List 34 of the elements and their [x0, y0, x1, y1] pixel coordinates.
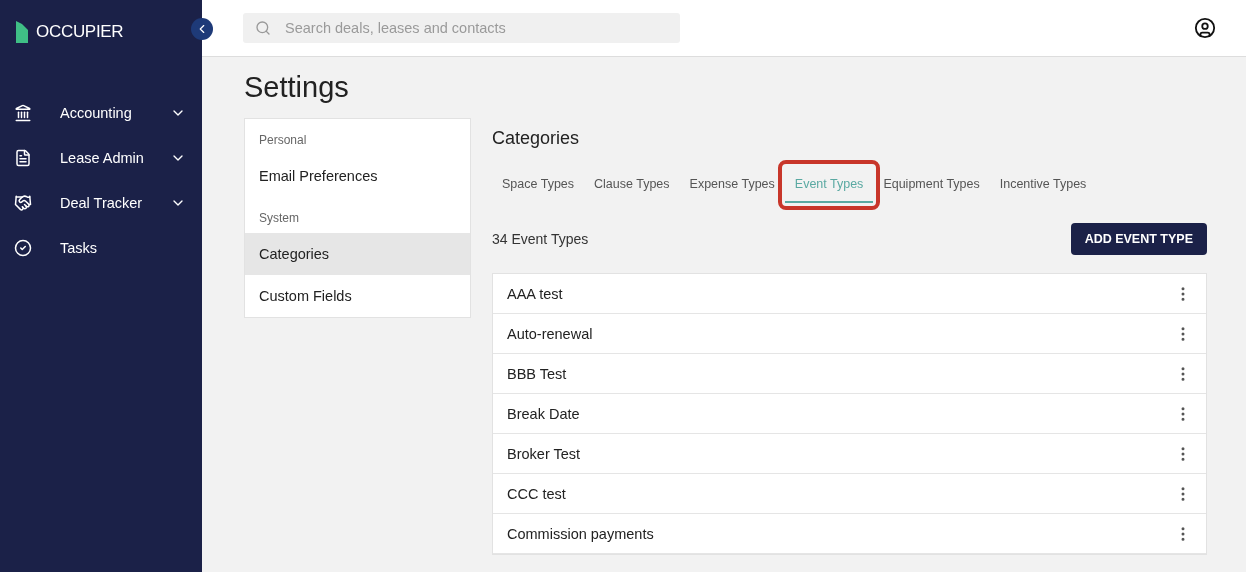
list-row[interactable]: Broker Test [493, 434, 1206, 474]
tab[interactable]: Incentive Types [989, 167, 1097, 203]
user-icon[interactable] [1194, 17, 1216, 39]
search-input[interactable]: Search deals, leases and contacts [283, 19, 668, 37]
list-row[interactable]: CCC test [493, 474, 1206, 514]
logo-icon [16, 21, 28, 43]
search-field[interactable]: Search deals, leases and contacts [243, 13, 680, 43]
list-row[interactable]: Auto-renewal [493, 314, 1206, 354]
tab[interactable]: Equipment Types [873, 167, 990, 203]
item-count: 34 Event Types [492, 231, 589, 247]
menu-heading: System [258, 210, 300, 227]
page-title: Settings [244, 71, 350, 104]
menu-heading: Personal [258, 132, 308, 149]
list-row[interactable]: BBB Test [493, 354, 1206, 394]
handshake-icon [14, 193, 32, 212]
nav-item[interactable]: Accounting [0, 90, 202, 135]
nav-item[interactable]: Lease Admin [0, 135, 202, 180]
document-icon [14, 148, 32, 167]
search-icon [255, 20, 271, 36]
check-icon [14, 238, 32, 257]
collapse-sidebar-button[interactable] [191, 18, 213, 40]
brand-name: OCCUPIER [36, 22, 124, 42]
menu-item[interactable]: Categories [245, 233, 470, 275]
section-title: Categories [492, 128, 581, 149]
list-row[interactable]: AAA test [493, 274, 1206, 314]
list-row[interactable]: Commission payments [493, 514, 1206, 554]
bank-icon [14, 103, 32, 122]
tab[interactable]: Expense Types [679, 167, 785, 203]
nav-item[interactable]: Deal Tracker [0, 180, 202, 225]
tab[interactable]: Clause Types [584, 167, 680, 203]
tab[interactable]: Space Types [492, 167, 585, 203]
list-row[interactable]: Break Date [493, 394, 1206, 434]
nav-item[interactable]: Tasks [0, 225, 202, 270]
add-button[interactable]: ADD EVENT TYPE [1070, 223, 1207, 255]
